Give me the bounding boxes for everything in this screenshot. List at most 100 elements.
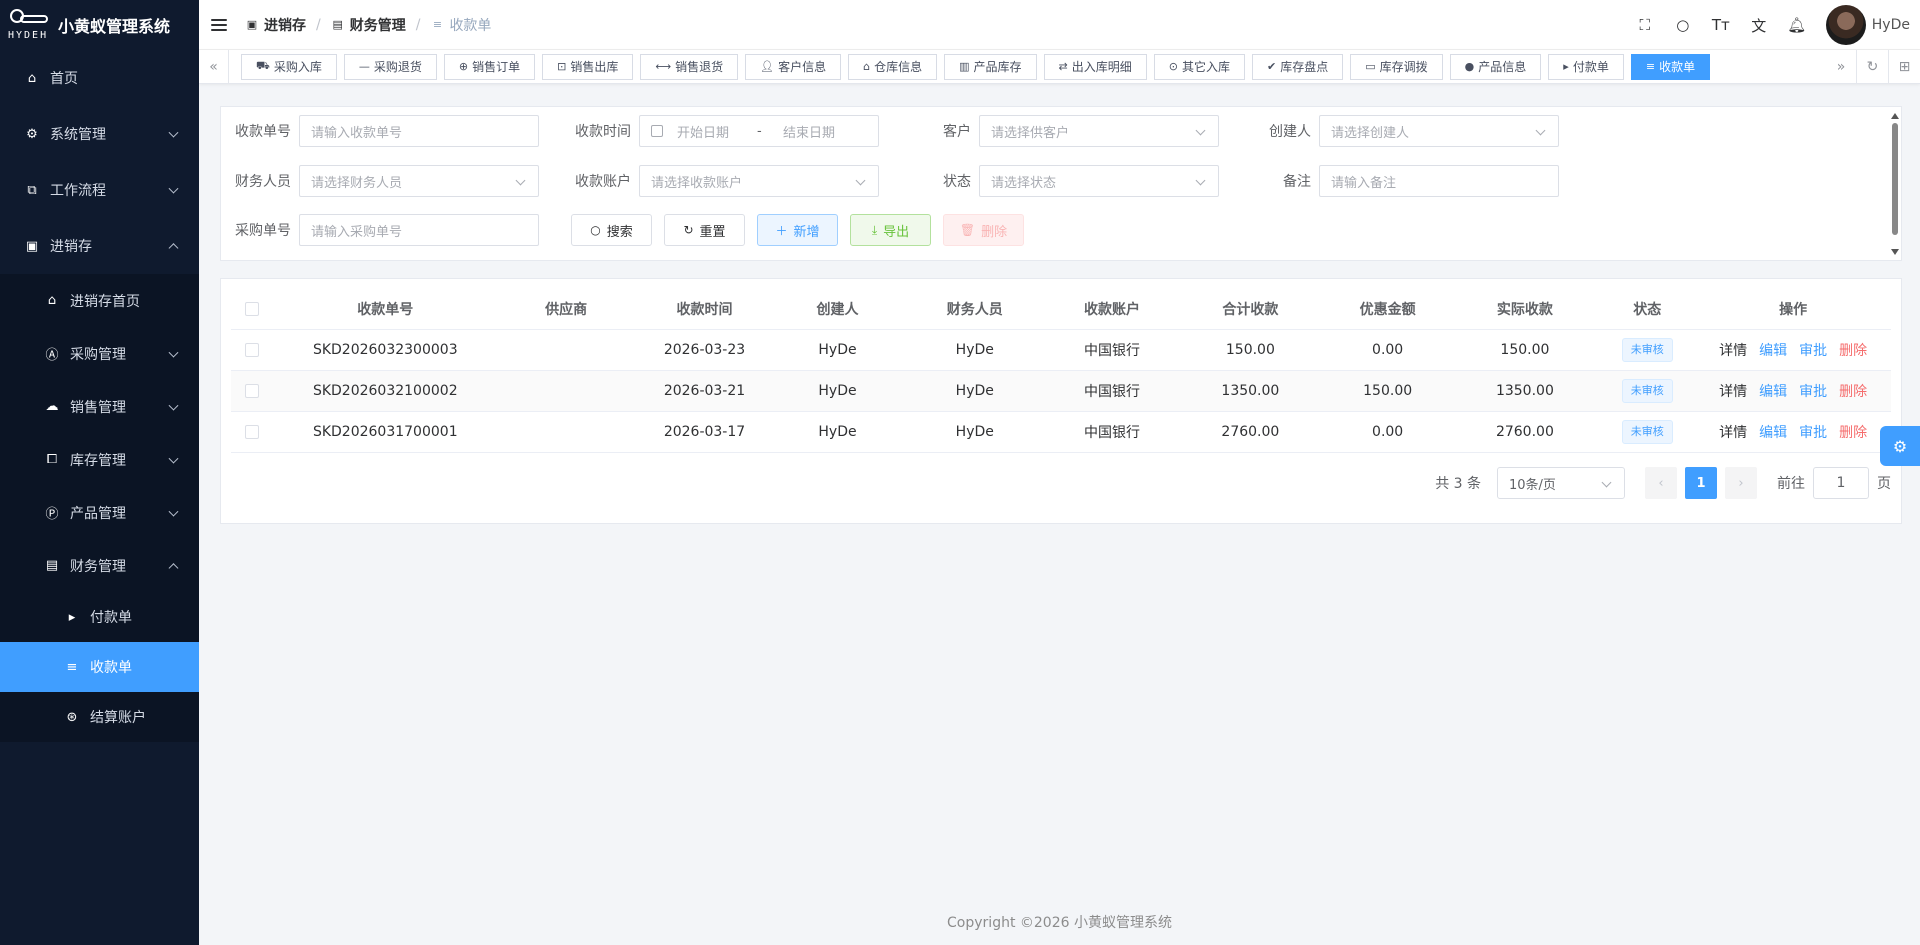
audit-link[interactable]: 审批 [1799,343,1827,359]
row-checkbox[interactable] [231,329,274,371]
next-page-button[interactable]: › [1725,467,1757,499]
placeholder: 请输入收款单号 [311,125,403,141]
export-button[interactable]: ⤓ 导出 [850,214,931,246]
breadcrumb-item[interactable]: ▣ 进销存 [245,15,306,35]
breadcrumb-separator: / [415,16,421,33]
grid-icon[interactable]: ⊞ [1888,49,1920,84]
tab-icon: ▸ [1563,60,1569,73]
translate-icon[interactable]: 文 [1748,14,1770,36]
placeholder: 请选择收款账户 [651,175,743,191]
logo-brand: HYDEH [8,30,49,41]
hamburger-icon[interactable] [211,18,227,31]
sidebar-item-purchase[interactable]: Ⓐ 采购管理 [0,327,199,380]
search-panel-scrollbar[interactable] [1891,113,1899,255]
tab-item[interactable]: ⊙ 其它入库 [1153,53,1246,80]
delete-link[interactable]: 删除 [1839,384,1867,400]
remark-input[interactable]: 请输入备注 [1319,165,1559,197]
tab-item[interactable]: — 采购退货 [343,53,437,80]
bell-icon[interactable]: 🔔︎ [1786,14,1808,36]
delete-link[interactable]: 删除 [1839,425,1867,441]
sidebar-item-finance[interactable]: ▤ 财务管理 [0,539,199,592]
select-all-checkbox[interactable] [231,289,274,330]
detail-link[interactable]: 详情 [1719,384,1747,400]
sidebar-item-system[interactable]: ⚙ 系统管理 [0,106,199,162]
purchase-no-input[interactable]: 请输入采购单号 [299,214,539,246]
breadcrumb-item[interactable]: ▤ 财务管理 [331,15,406,35]
edit-link[interactable]: 编辑 [1759,384,1787,400]
creator-select[interactable]: 请选择创建人 [1319,115,1559,147]
table-row[interactable]: SKD2026032300003 2026-03-23 HyDe HyDe 中国银行 15… [231,329,1891,371]
tab-item[interactable]: ● 产品信息 [1449,53,1542,80]
detail-link[interactable]: 详情 [1719,343,1747,359]
delete-button[interactable]: 🗑︎ 删除 [943,214,1024,246]
sidebar-item-inventory[interactable]: ▣ 进销存 [0,218,199,274]
page-number-button[interactable]: 1 [1685,467,1717,499]
status-badge: 未审核 [1621,337,1673,362]
sidebar-item-payment[interactable]: ▸ 付款单 [0,592,199,642]
tab-item[interactable]: ⊡ 销售出库 [542,53,634,80]
tab-item[interactable]: ▭ 库存调拨 [1350,53,1443,80]
tags-scroll-right-icon[interactable]: » [1826,50,1856,84]
pagination: 共 3 条 10条/页 ‹ 1 › 前往 1 页 [1435,467,1891,499]
date-range-input[interactable]: 开始日期 - 结束日期 [639,115,879,147]
row-checkbox[interactable] [231,370,274,412]
placeholder: 请选择状态 [991,175,1057,191]
page-size-select[interactable]: 10条/页 [1497,467,1625,499]
tab-item[interactable]: ≡ 收款单 [1630,53,1711,80]
table-row[interactable]: SKD2026032100002 2026-03-21 HyDe HyDe 中国银行 13… [231,370,1891,412]
sidebar-item-inventory-home[interactable]: ⌂ 进销存首页 [0,274,199,327]
tab-item[interactable]: ⊕ 销售订单 [443,53,536,80]
cell-creator: HyDe [773,370,902,412]
breadcrumb-current: ≡ 收款单 [430,15,492,35]
tab-item[interactable]: ▸ 付款单 [1548,53,1624,80]
sidebar-item-workflow[interactable]: ⧉ 工作流程 [0,162,199,218]
cell-no: SKD2026031700001 [273,411,498,453]
prev-page-button[interactable]: ‹ [1645,467,1677,499]
fullscreen-icon[interactable]: ⛶ [1634,14,1656,36]
edit-link[interactable]: 编辑 [1759,425,1787,441]
detail-link[interactable]: 详情 [1719,425,1747,441]
settings-gear-icon[interactable]: ⚙ [1880,426,1920,466]
edit-link[interactable]: 编辑 [1759,343,1787,359]
sidebar-item-home[interactable]: ⌂ 首页 [0,50,199,106]
sidebar-item-sales[interactable]: ☁ 销售管理 [0,380,199,433]
delete-link[interactable]: 删除 [1839,343,1867,359]
audit-link[interactable]: 审批 [1799,425,1827,441]
status-badge: 未审核 [1621,378,1673,403]
tags-scroll-left-icon[interactable]: « [199,49,229,84]
tab-item[interactable]: ⟷ 销售退货 [640,53,739,80]
customer-select[interactable]: 请选择供客户 [979,115,1219,147]
tab-item[interactable]: ⌂ 仓库信息 [848,53,938,80]
tab-item[interactable]: ▥ 产品库存 [944,53,1037,80]
tab-item[interactable]: ✔ 库存盘点 [1252,53,1344,80]
reset-button[interactable]: ↻ 重置 [664,214,745,246]
table-header-cell: 供应商 [497,289,636,330]
search-button[interactable]: ○ 搜索 [571,214,652,246]
audit-link[interactable]: 审批 [1799,384,1827,400]
sidebar-item-product[interactable]: Ⓟ 产品管理 [0,486,199,539]
chevron-down-icon [1535,125,1546,136]
sidebar-item-stock[interactable]: ⧠ 库存管理 [0,433,199,486]
search-icon[interactable]: ○ [1672,14,1694,36]
sidebar-item-account[interactable]: ⊛ 结算账户 [0,692,199,742]
refresh-icon[interactable]: ↻ [1856,49,1888,84]
tab-item[interactable]: ⇄ 出入库明细 [1043,53,1147,80]
finance-staff-select[interactable]: 请选择财务人员 [299,165,539,197]
avatar[interactable] [1825,5,1866,45]
status-select[interactable]: 请选择状态 [979,165,1219,197]
add-button[interactable]: ＋ 新增 [757,214,838,246]
table-row[interactable]: SKD2026031700001 2026-03-17 HyDe HyDe 中国银行 27… [231,411,1891,453]
font-size-icon[interactable]: Tт [1710,14,1732,36]
tab-item[interactable]: ⛟ 采购入库 [241,53,337,80]
tab-label: 采购退货 [373,60,422,74]
receipt-no-input[interactable]: 请输入收款单号 [299,115,539,147]
tab-icon: ⌂ [863,60,871,73]
sidebar-item-receipt[interactable]: ≡ 收款单 [0,642,199,692]
tab-item[interactable]: 👤︎ 客户信息 [745,53,842,80]
goto-page-input[interactable]: 1 [1813,467,1869,499]
tab-label: 收款单 [1659,60,1696,74]
row-checkbox[interactable] [231,411,274,453]
table-header-cell: 财务人员 [901,289,1049,330]
username[interactable]: HyDe [1872,17,1910,33]
account-select[interactable]: 请选择收款账户 [639,165,879,197]
